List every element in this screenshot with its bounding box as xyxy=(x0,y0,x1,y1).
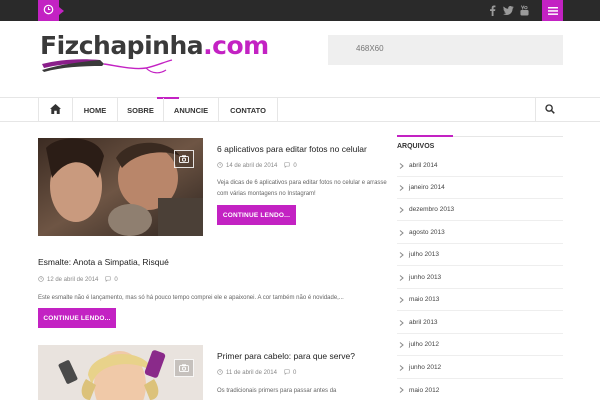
clock-icon xyxy=(43,2,54,20)
post-title-link[interactable]: Esmalte: Anota a Simpatia, Risqué xyxy=(38,257,169,267)
sidebar-archive-item[interactable]: abril 2014 xyxy=(397,155,563,177)
archive-link[interactable]: junho 2013 xyxy=(409,274,441,281)
search-button[interactable] xyxy=(535,98,563,122)
sidebar-archive-item[interactable]: abril 2013 xyxy=(397,312,563,334)
clock-button[interactable] xyxy=(38,0,64,21)
nav-item-label: SOBRE xyxy=(127,105,154,115)
sidebar-archive-item[interactable]: junho 2013 xyxy=(397,267,563,289)
search-icon xyxy=(544,101,555,119)
comment-icon xyxy=(105,276,111,284)
sidebar-archive-item[interactable]: janeiro 2014 xyxy=(397,177,563,199)
sidebar-archive-item[interactable]: maio 2013 xyxy=(397,289,563,311)
sidebar-archive-item[interactable]: dezembro 2013 xyxy=(397,199,563,221)
site-logo[interactable]: Fizchapinha.com xyxy=(38,30,269,82)
clock-icon xyxy=(38,276,44,284)
ad-label: 468X60 xyxy=(356,44,384,53)
menu-button[interactable] xyxy=(542,0,563,21)
archive-link[interactable]: janeiro 2014 xyxy=(409,184,445,191)
archive-link[interactable]: julho 2012 xyxy=(409,341,439,348)
post-date: 12 de abril de 2014 xyxy=(47,277,99,283)
chevron-right-icon xyxy=(398,184,404,191)
chevron-right-icon xyxy=(398,364,404,371)
sidebar-archive-item[interactable]: junho 2012 xyxy=(397,357,563,379)
sidebar-archive-item[interactable]: agosto 2013 xyxy=(397,222,563,244)
sidebar-title: ARQUIVOS xyxy=(397,143,435,150)
logo-text-domain: .com xyxy=(203,31,269,60)
post-thumbnail[interactable] xyxy=(38,138,203,236)
archive-link[interactable]: maio 2012 xyxy=(409,387,439,394)
continue-reading-button[interactable]: CONTINUE LENDO... xyxy=(217,205,296,225)
post-meta: 12 de abril de 2014 0 xyxy=(38,276,118,284)
camera-icon xyxy=(174,150,194,168)
post-excerpt: Este esmalte não é lançamento, mas só há… xyxy=(38,295,344,301)
chevron-right-icon xyxy=(398,162,404,169)
nav-item-sobre[interactable]: SOBRE xyxy=(118,98,164,122)
sidebar-archive-item[interactable]: julho 2013 xyxy=(397,244,563,266)
post-excerpt: Veja dicas de 6 aplicativos para editar … xyxy=(217,180,387,197)
chevron-right-icon xyxy=(398,341,404,348)
home-icon xyxy=(50,101,61,119)
nav-item-home[interactable]: HOME xyxy=(73,97,179,122)
nav-item-label: ANUNCIE xyxy=(173,105,209,115)
archive-link[interactable]: abril 2013 xyxy=(409,319,438,326)
post-comment-count[interactable]: 0 xyxy=(114,277,117,283)
post-excerpt: Os tradicionais primers para passar ante… xyxy=(217,388,337,394)
archive-link[interactable]: abril 2014 xyxy=(409,162,438,169)
chevron-right-icon xyxy=(398,387,404,393)
post-comment-count[interactable]: 0 xyxy=(293,163,296,169)
post-title-link[interactable]: Primer para cabelo: para que serve? xyxy=(217,351,355,361)
nav-home-icon-button[interactable] xyxy=(38,98,73,122)
nav-item-label: CONTATO xyxy=(230,105,266,115)
chevron-right-icon xyxy=(398,274,404,281)
archive-link[interactable]: dezembro 2013 xyxy=(409,206,454,213)
nav-item-contato[interactable]: CONTATO xyxy=(219,98,278,122)
chevron-right-icon xyxy=(398,296,404,303)
ad-banner[interactable]: 468X60 xyxy=(328,35,563,65)
top-bar xyxy=(0,0,600,21)
continue-reading-button[interactable]: CONTINUE LENDO... xyxy=(38,308,116,328)
post-comment-count[interactable]: 0 xyxy=(293,370,296,376)
clock-icon xyxy=(217,369,223,377)
camera-icon xyxy=(174,359,194,377)
chevron-right-icon xyxy=(398,319,404,326)
hamburger-menu-icon xyxy=(547,2,558,20)
post-meta: 11 de abril de 2014 0 xyxy=(217,369,296,377)
post-date: 14 de abril de 2014 xyxy=(226,163,278,169)
post-date: 11 de abril de 2014 xyxy=(226,370,277,376)
chevron-right-icon xyxy=(398,206,404,213)
nav-item-anuncie[interactable]: ANUNCIE xyxy=(164,98,219,122)
archive-link[interactable]: maio 2013 xyxy=(409,296,439,303)
nav-item-label: HOME xyxy=(83,105,107,115)
main-nav: HOME SOBRE ANUNCIE CONTATO xyxy=(0,97,600,122)
post-title-link[interactable]: 6 aplicativos para editar fotos no celul… xyxy=(217,144,367,154)
archive-link[interactable]: agosto 2013 xyxy=(409,229,445,236)
sidebar-archive-item[interactable]: julho 2012 xyxy=(397,334,563,356)
comment-icon xyxy=(284,369,290,377)
comment-icon xyxy=(284,162,290,170)
archive-link[interactable]: julho 2013 xyxy=(409,251,439,258)
sidebar-title-accent xyxy=(397,135,453,137)
chevron-right-icon xyxy=(398,251,404,258)
youtube-icon[interactable] xyxy=(518,4,530,16)
clock-icon xyxy=(217,162,223,170)
sidebar-archive-item[interactable]: maio 2012 xyxy=(397,379,563,400)
twitter-icon[interactable] xyxy=(502,4,514,16)
post-meta: 14 de abril de 2014 0 xyxy=(217,162,297,170)
chevron-right-icon xyxy=(398,229,404,236)
flat-iron-icon xyxy=(42,59,173,74)
facebook-icon[interactable] xyxy=(486,4,498,16)
archive-link[interactable]: junho 2012 xyxy=(409,364,441,371)
post-thumbnail[interactable] xyxy=(38,345,203,400)
